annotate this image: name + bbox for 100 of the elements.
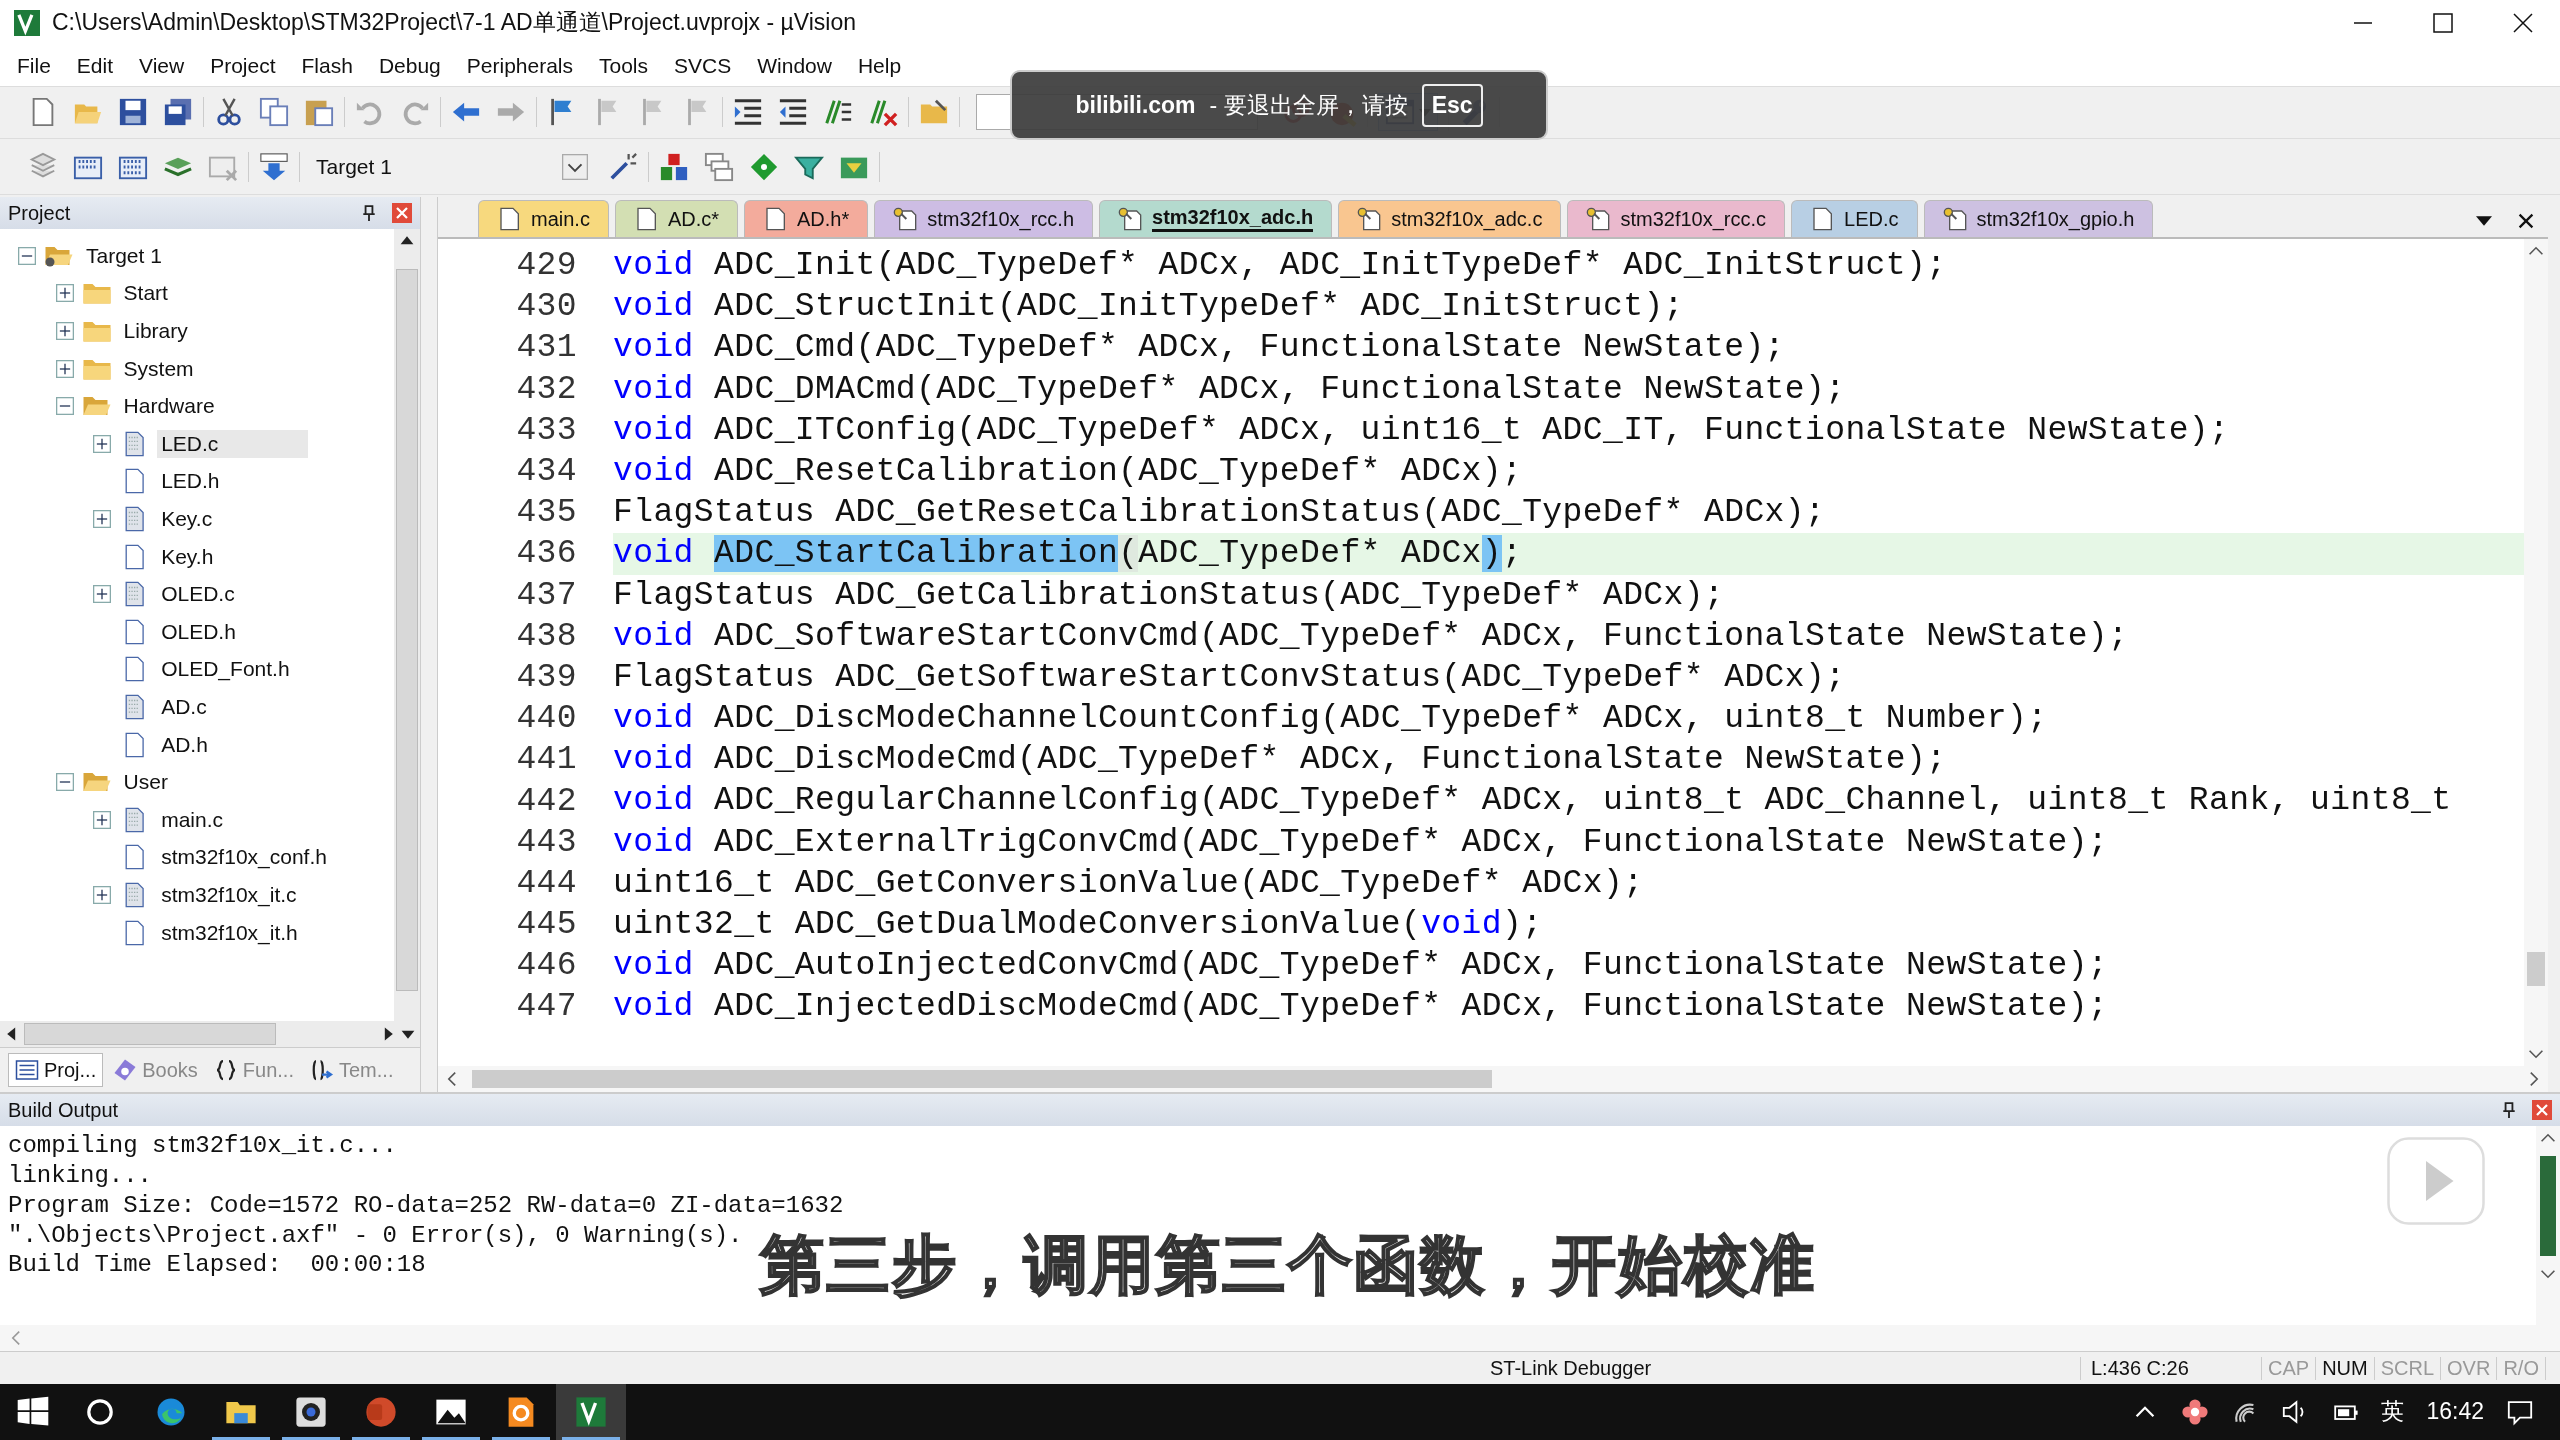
close-icon[interactable] — [2518, 213, 2534, 229]
expand-toggle-icon[interactable] — [55, 284, 74, 303]
expand-toggle-icon[interactable] — [93, 434, 112, 453]
save-icon[interactable] — [118, 97, 148, 128]
windows-stack-icon[interactable] — [704, 151, 734, 182]
collapse-toggle-icon[interactable] — [18, 246, 36, 265]
expand-toggle-icon[interactable] — [93, 810, 112, 829]
line-number: 439 — [515, 659, 578, 696]
pin-icon[interactable] — [362, 205, 376, 221]
tree-item[interactable]: stm32f10x_conf.h — [157, 843, 331, 872]
menu-item[interactable]: Window — [744, 53, 845, 78]
locked-file-icon — [1357, 207, 1382, 231]
menu-item[interactable]: Help — [844, 53, 915, 78]
menu-item[interactable]: Peripherals — [453, 53, 586, 78]
tree-item[interactable]: User — [119, 768, 172, 797]
file-tab[interactable]: main.c — [478, 200, 609, 237]
expand-toggle-icon[interactable] — [55, 359, 74, 378]
tree-item[interactable]: Start — [119, 279, 172, 308]
expand-toggle-icon[interactable] — [93, 585, 112, 604]
file-tab[interactable]: AD.h* — [744, 200, 869, 237]
file-tab[interactable]: stm32f10x_rcc.c — [1567, 200, 1786, 237]
scrollbar[interactable] — [394, 229, 420, 1022]
code-line: void ADC_DMACmd(ADC_TypeDef* ADCx, FunctionalState NewState); — [613, 369, 1847, 410]
tree-item[interactable]: OLED.c — [157, 580, 239, 609]
download-icon[interactable] — [259, 151, 289, 182]
flower-icon[interactable] — [2181, 1398, 2210, 1426]
tree-item[interactable]: Key.h — [157, 542, 218, 571]
scrollbar-thumb[interactable] — [472, 1070, 1492, 1089]
tree-item[interactable]: System — [119, 354, 198, 383]
key-indicator: SCRL — [2374, 1356, 2442, 1380]
scrollbar-thumb[interactable] — [24, 1023, 276, 1046]
notification-icon[interactable] — [2506, 1398, 2534, 1426]
collapse-toggle-icon[interactable] — [55, 397, 74, 416]
project-icon — [15, 1058, 39, 1083]
file-tab[interactable]: stm32f10x_gpio.h — [1923, 200, 2154, 237]
outdent-icon[interactable] — [778, 97, 808, 128]
menu-item[interactable]: Debug — [365, 53, 454, 78]
ide-icon[interactable] — [573, 1394, 609, 1430]
cubes-icon[interactable] — [659, 151, 689, 182]
expand-toggle-icon[interactable] — [55, 322, 74, 340]
file-tab[interactable]: LED.c — [1791, 200, 1918, 237]
menu-item[interactable]: SVCS — [661, 53, 745, 78]
target-dropdown[interactable]: Target 1 — [310, 148, 588, 185]
tree-item[interactable]: Library — [119, 317, 192, 345]
tree-item[interactable]: OLED.h — [157, 617, 240, 646]
scrollbar[interactable] — [438, 1066, 2548, 1093]
tree-item[interactable]: main.c — [157, 805, 228, 834]
wand-icon[interactable] — [608, 151, 638, 182]
menu-item[interactable]: View — [126, 53, 198, 78]
tree-item[interactable]: LED.h — [157, 467, 224, 496]
scrollbar-thumb[interactable] — [2527, 952, 2545, 987]
cursor-position: L:436 C:26 — [2081, 1356, 2262, 1380]
clock[interactable]: 16:42 — [2426, 1398, 2484, 1426]
tree-item[interactable]: stm32f10x_it.h — [157, 918, 302, 947]
code-line: void ADC_ResetCalibration(ADC_TypeDef* ADCx); — [613, 451, 1524, 492]
menu-item[interactable]: Tools — [586, 53, 662, 78]
indent-icon[interactable] — [733, 97, 763, 128]
file-tab[interactable]: AD.c* — [614, 200, 739, 237]
scrollbar[interactable] — [2536, 1126, 2560, 1326]
tree-item[interactable]: AD.c — [157, 692, 211, 721]
tree-item[interactable]: Key.c — [157, 504, 217, 533]
file-tab[interactable]: stm32f10x_adc.h — [1099, 200, 1333, 237]
collapse-toggle-icon[interactable] — [55, 773, 74, 792]
menu-item[interactable]: File — [4, 53, 64, 78]
notice-site: bilibili.com — [1075, 91, 1196, 119]
expand-toggle-icon[interactable] — [93, 509, 112, 528]
scrollbar[interactable] — [2524, 239, 2548, 1067]
scrollbar[interactable] — [0, 1325, 2560, 1352]
diamond-icon[interactable] — [749, 151, 779, 182]
tree-item[interactable]: Target 1 — [82, 241, 166, 270]
panel-tab[interactable]: Proj... — [8, 1053, 104, 1088]
scissors-icon[interactable] — [214, 97, 244, 128]
tree-item[interactable]: Hardware — [119, 392, 219, 421]
pin-icon[interactable] — [2502, 1102, 2516, 1119]
line-number: 443 — [515, 823, 578, 861]
file-icon — [1810, 207, 1835, 231]
tree-item[interactable]: stm32f10x_it.c — [157, 880, 301, 909]
tree-item[interactable]: LED.c — [157, 429, 309, 458]
menu-item[interactable]: Flash — [288, 53, 366, 78]
scrollbar[interactable] — [0, 1021, 420, 1048]
taskbar-app[interactable] — [556, 1384, 626, 1440]
uncomment-icon[interactable] — [868, 97, 898, 128]
menu-item[interactable]: Project — [197, 53, 289, 78]
tree-item[interactable]: AD.h — [157, 730, 212, 759]
file-tab[interactable]: stm32f10x_adc.c — [1338, 200, 1562, 237]
scrollbar-thumb[interactable] — [2540, 1156, 2556, 1257]
save-all-icon[interactable] — [163, 97, 193, 128]
tree-item[interactable]: OLED_Font.h — [157, 655, 294, 684]
scrollbar-thumb[interactable] — [396, 269, 418, 991]
line-number: 429 — [515, 247, 578, 285]
camera-icon[interactable] — [293, 1394, 329, 1430]
search-icon[interactable] — [84, 1396, 116, 1428]
expand-toggle-icon[interactable] — [93, 885, 112, 904]
presentation-icon[interactable] — [363, 1394, 399, 1430]
output-line: Program Size: Code=1572 RO-data=252 RW-data=0 ZI-data=1632 — [8, 1191, 844, 1221]
windows-start-icon[interactable] — [16, 1395, 50, 1429]
file-tab[interactable]: stm32f10x_rcc.h — [874, 200, 1093, 237]
input-method[interactable]: 英 — [2381, 1396, 2405, 1428]
menu-item[interactable]: Edit — [63, 53, 127, 78]
copy-icon[interactable] — [259, 97, 289, 128]
